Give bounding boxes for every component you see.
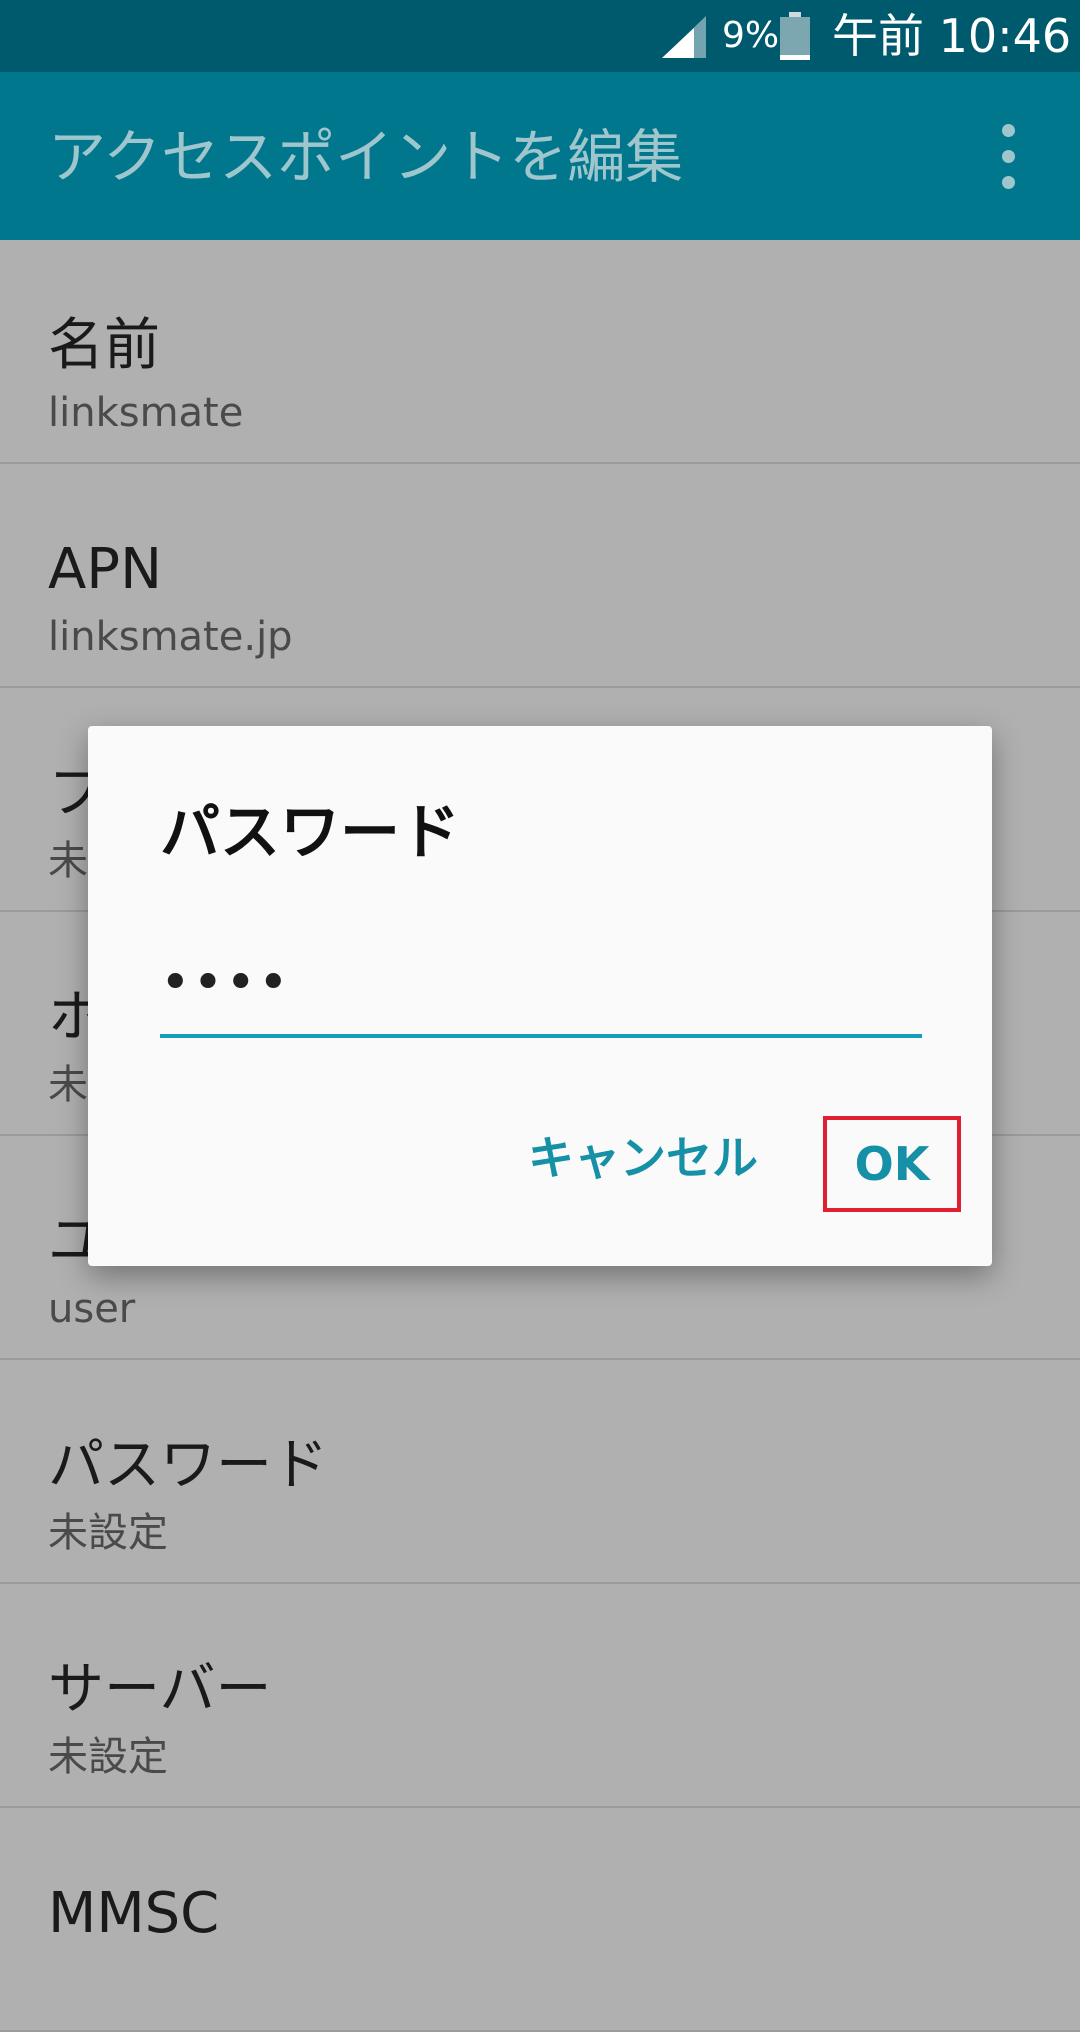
ok-button[interactable]: OK [823, 1116, 961, 1212]
page-title: アクセスポイントを編集 [48, 123, 684, 191]
setting-value: 未 [48, 838, 88, 884]
setting-row-server[interactable]: サーバー 未設定 [0, 1584, 1080, 1808]
signal-strength-icon [662, 16, 706, 58]
password-dialog: パスワード •••• キャンセル OK [88, 726, 992, 1266]
clock: 午前 10:46 [832, 9, 1072, 63]
setting-value: linksmate.jp [48, 614, 293, 660]
setting-value: user [48, 1286, 136, 1332]
setting-value: 未設定 [48, 1734, 168, 1780]
app-bar: アクセスポイントを編集 [0, 72, 1080, 240]
setting-value: linksmate [48, 390, 244, 436]
setting-label: パスワード [48, 1433, 328, 1498]
setting-label: APN [48, 537, 162, 602]
setting-label: MMSC [48, 1881, 220, 1946]
cancel-button[interactable]: キャンセル [528, 1128, 758, 1188]
setting-label: 名前 [48, 313, 160, 378]
setting-row-name[interactable]: 名前 linksmate [0, 240, 1080, 464]
setting-label: サーバー [48, 1657, 272, 1722]
status-bar: 9% 午前 10:46 [0, 0, 1080, 72]
dialog-title: パスワード [160, 798, 460, 868]
battery-percent: 9% [722, 15, 780, 56]
password-input[interactable]: •••• [160, 954, 920, 1012]
setting-row-apn[interactable]: APN linksmate.jp [0, 464, 1080, 688]
setting-value: 未設定 [48, 1510, 168, 1556]
input-underline [160, 1034, 922, 1038]
setting-row-password[interactable]: パスワード 未設定 [0, 1360, 1080, 1584]
battery-icon [780, 12, 810, 60]
setting-value: 未 [48, 1062, 88, 1108]
setting-row-mmsc[interactable]: MMSC [0, 1808, 1080, 2032]
overflow-menu-icon[interactable] [990, 124, 1026, 189]
